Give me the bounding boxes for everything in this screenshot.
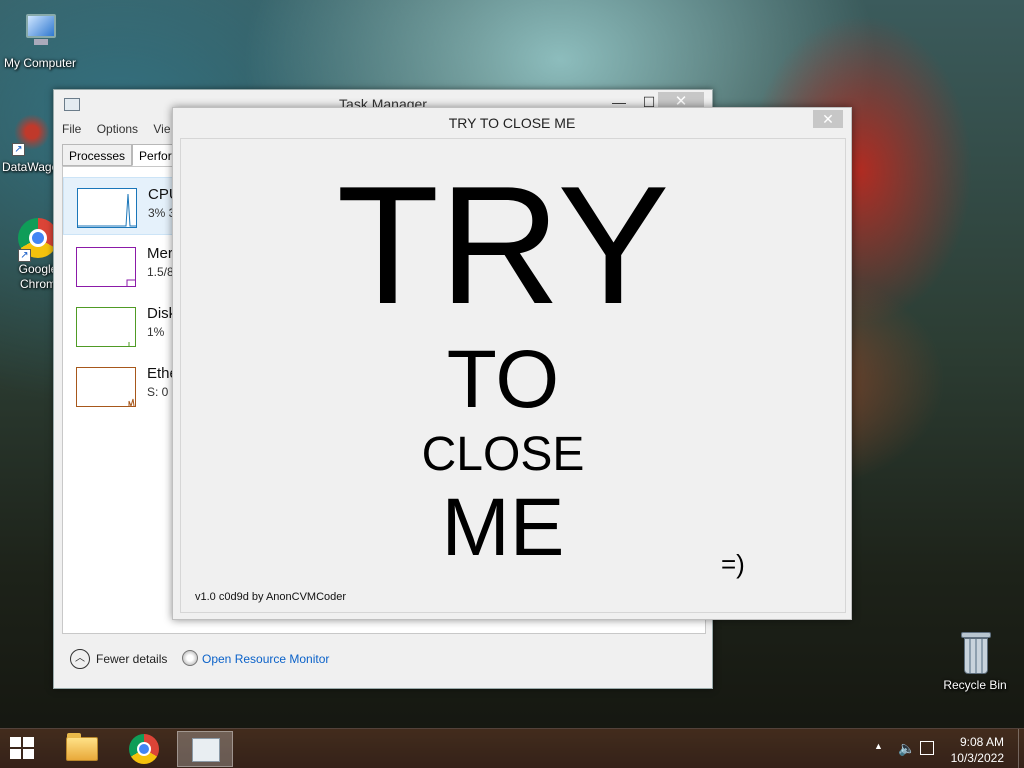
windows-logo-icon [10,737,21,747]
taskbar: ▲ 🔈 9:08 AM 10/3/2022 [0,728,1024,768]
prank-close-button[interactable]: ✕ [813,110,843,128]
menu-file[interactable]: File [62,122,81,136]
chrome-icon: ↗ [14,216,58,262]
tab-processes[interactable]: Processes [62,144,133,166]
ethernet-graph [76,367,136,407]
tray-overflow-icon[interactable]: ▲ [874,741,883,751]
taskbar-chrome[interactable] [116,731,172,767]
menu-view[interactable]: Vie [153,122,170,136]
word-try: TRY [336,151,670,339]
task-manager-icon [192,738,220,762]
word-to: TO [446,334,560,425]
version-label: v1.0 c0d9d by AnonCVMCoder [195,591,347,603]
perf-name: Mer [147,245,173,262]
datawage-icon: ↗ [8,114,52,158]
desktop-icon-label: Recycle Bin [943,678,1007,692]
shortcut-arrow-icon: ↗ [18,249,31,262]
clock-date: 10/3/2022 [950,751,1004,765]
disk-graph [76,307,136,347]
resource-monitor-icon [182,650,198,666]
folder-icon [66,733,98,761]
show-desktop-button[interactable] [1018,729,1024,768]
cpu-graph [77,188,137,228]
menu-bar: File Options Vie [62,122,183,136]
taskbar-task-manager[interactable] [177,731,233,767]
network-icon[interactable] [920,741,934,755]
desktop-icon-my-computer[interactable]: My Computer [0,10,80,71]
chevron-up-icon[interactable]: ︿ [70,649,90,669]
start-button[interactable] [10,737,36,761]
taskbar-clock[interactable]: 9:08 AM 10/3/2022 [934,734,1004,766]
recycle-bin-icon [953,632,997,676]
desktop-icon-label: My Computer [3,56,77,70]
perf-sub: 1% [147,325,165,339]
word-close: CLOSE [421,428,585,481]
fewer-details-link[interactable]: Fewer details [96,652,167,666]
prank-window[interactable]: TRY TO CLOSE ME ✕ TRY TO CLOSE ME =) v1.… [172,107,852,620]
prank-window-content: TRY TO CLOSE ME =) v1.0 c0d9d by AnonCVM… [180,138,846,613]
memory-graph [76,247,136,287]
clock-time: 9:08 AM [959,735,1004,749]
perf-sub: 1.5/8 [147,265,174,279]
open-resource-monitor-link[interactable]: Open Resource Monitor [202,652,329,666]
smiley-text: =) [721,549,745,579]
prank-window-title: TRY TO CLOSE ME [448,115,576,131]
computer-icon [18,10,62,54]
taskbar-file-explorer[interactable] [54,731,110,767]
chrome-icon [129,734,159,764]
speaker-muted-icon[interactable]: 🔈 [898,740,915,757]
tab-strip: Processes Perform [62,144,189,166]
shortcut-arrow-icon: ↗ [12,143,25,156]
menu-options[interactable]: Options [97,122,138,136]
desktop-icon-recycle-bin[interactable]: Recycle Bin [935,632,1015,693]
